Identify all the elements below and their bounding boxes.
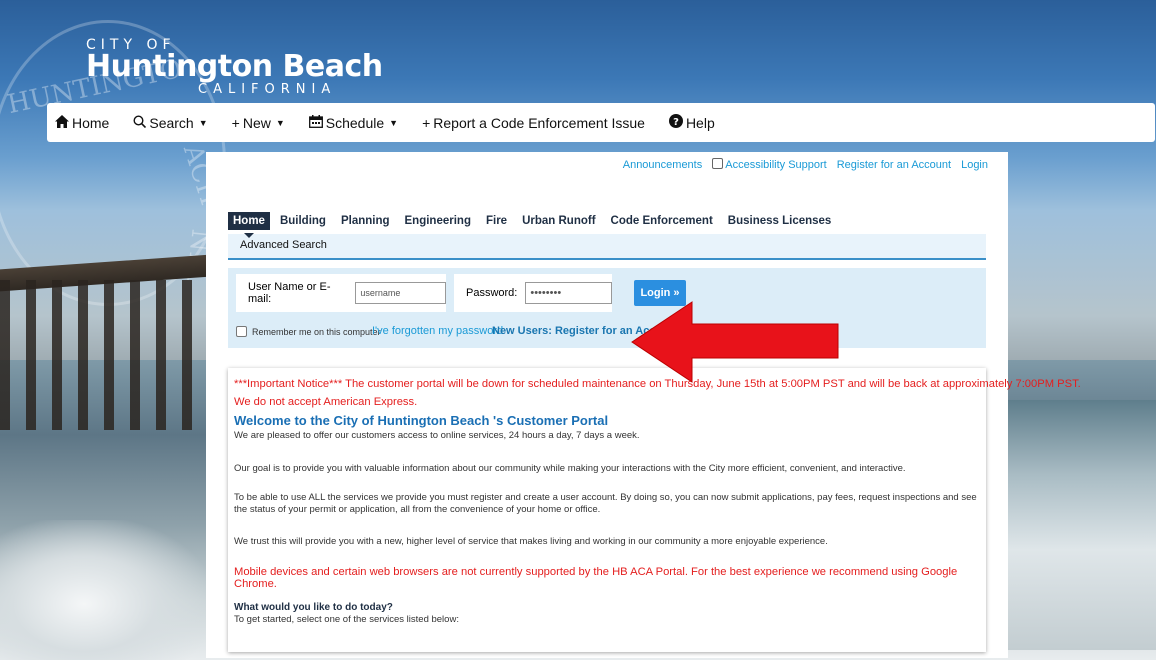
password-label: Password: <box>466 287 518 299</box>
login-link[interactable]: Login <box>961 159 988 171</box>
sub-navbar: Advanced Search <box>228 233 986 260</box>
tab-engineering[interactable]: Engineering <box>400 212 476 230</box>
logo-name: Huntington Beach <box>86 49 383 84</box>
username-input[interactable]: username <box>355 282 446 304</box>
nav-report-code-enforcement[interactable]: + Report a Code Enforcement Issue <box>422 115 645 131</box>
surf-foam <box>0 520 210 660</box>
home-icon <box>55 114 69 131</box>
username-field-group: User Name or E-mail: username <box>236 274 446 312</box>
pier-pilings <box>0 280 210 430</box>
login-form: User Name or E-mail: username Password: … <box>228 268 986 348</box>
help-icon: ? <box>668 114 683 131</box>
search-icon <box>133 114 147 131</box>
username-label: User Name or E-mail: <box>248 281 331 305</box>
plus-icon: + <box>422 114 431 131</box>
welcome-heading: Welcome to the City of Huntington Beach … <box>234 413 609 428</box>
register-paragraph: To be able to use ALL the services we pr… <box>234 492 977 515</box>
calendar-icon <box>308 114 323 131</box>
plus-icon: + <box>231 114 240 131</box>
tab-fire[interactable]: Fire <box>481 212 512 230</box>
red-arrow-annotation <box>631 301 839 383</box>
city-logo[interactable]: CITY OF Huntington Beach CALIFORNIA <box>86 38 383 98</box>
remember-me[interactable]: Remember me on this computer <box>236 326 381 337</box>
svg-text:?: ? <box>673 117 679 128</box>
accessibility-support-label: Accessibility Support <box>725 159 827 171</box>
tab-home[interactable]: Home <box>228 212 270 230</box>
password-input[interactable]: •••••••• <box>525 282 612 304</box>
intro-paragraph: We are pleased to offer our customers ac… <box>234 430 640 441</box>
announcements-link[interactable]: Announcements <box>623 159 703 171</box>
tab-code-enforcement[interactable]: Code Enforcement <box>606 212 718 230</box>
nav-report-label: Report a Code Enforcement Issue <box>433 114 645 131</box>
nav-help-label: Help <box>685 114 715 131</box>
password-field-group: Password: •••••••• <box>454 274 612 312</box>
nav-schedule[interactable]: Schedule ▼ <box>308 114 399 131</box>
tab-building[interactable]: Building <box>275 212 331 230</box>
chevron-down-icon: ▼ <box>198 117 208 128</box>
nav-schedule-label: Schedule <box>325 114 385 131</box>
portal-notice: ***Important Notice*** The customer port… <box>228 368 1081 652</box>
logo-state: CALIFORNIA <box>198 82 337 97</box>
register-account-link[interactable]: Register for an Account <box>837 159 951 171</box>
tab-urban-runoff[interactable]: Urban Runoff <box>517 212 600 230</box>
surf-waves <box>1006 400 1156 650</box>
main-navbar: Home Search ▼ + New ▼ Schedule ▼ + Repor… <box>47 103 1155 142</box>
nav-home[interactable]: Home <box>55 114 110 131</box>
todo-heading: What would you like to do today? <box>234 602 393 613</box>
maintenance-notice: ***Important Notice*** The customer port… <box>234 378 1081 390</box>
nav-home-label: Home <box>72 114 110 131</box>
goal-paragraph: Our goal is to provide you with valuable… <box>234 463 906 474</box>
tab-planning[interactable]: Planning <box>336 212 395 230</box>
forgot-password-link[interactable]: I've forgotten my password <box>372 325 503 337</box>
remember-me-label: Remember me on this computer <box>252 326 381 337</box>
top-links: Announcements Accessibility Support Regi… <box>623 158 988 171</box>
tab-business-licenses[interactable]: Business Licenses <box>723 212 837 230</box>
main-panel: Announcements Accessibility Support Regi… <box>206 152 1081 658</box>
mobile-support-notice: Mobile devices and certain web browsers … <box>234 566 958 590</box>
new-users-prefix: New Users: <box>492 325 552 337</box>
active-tab-pointer <box>244 233 254 238</box>
amex-notice: We do not accept American Express. <box>234 396 418 408</box>
module-tabs: Home Building Planning Engineering Fire … <box>228 212 841 230</box>
accessibility-support-link[interactable]: Accessibility Support <box>712 158 827 171</box>
remember-me-checkbox[interactable] <box>236 326 247 337</box>
nav-search-label: Search <box>149 114 194 131</box>
nav-new[interactable]: + New ▼ <box>232 115 285 131</box>
chevron-down-icon: ▼ <box>275 117 285 128</box>
chevron-down-icon: ▼ <box>389 117 399 128</box>
todo-text: To get started, select one of the servic… <box>234 614 459 625</box>
nav-new-label: New <box>242 114 271 131</box>
trust-paragraph: We trust this will provide you with a ne… <box>234 536 828 547</box>
nav-search[interactable]: Search ▼ <box>133 114 208 131</box>
nav-help[interactable]: ? Help <box>668 114 715 131</box>
advanced-search-link[interactable]: Advanced Search <box>240 239 327 251</box>
accessibility-checkbox[interactable] <box>712 158 724 169</box>
